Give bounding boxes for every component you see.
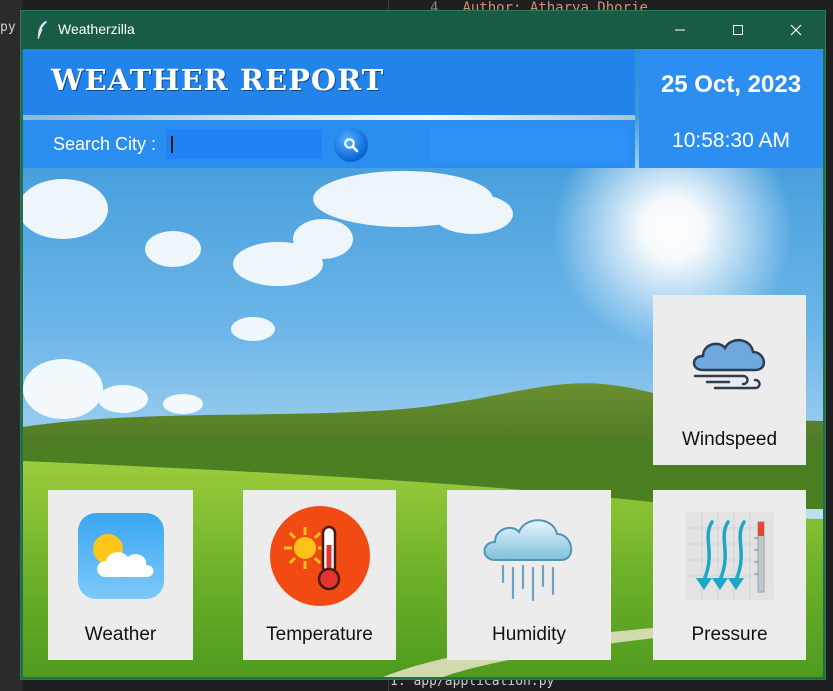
temperature-label: Temperature	[266, 624, 373, 645]
windspeed-card[interactable]: Windspeed	[653, 295, 806, 465]
window-title: Weatherzilla	[58, 21, 135, 37]
search-icon	[344, 138, 359, 153]
humidity-label: Humidity	[492, 624, 566, 645]
page-title: WEATHER REPORT	[51, 63, 385, 97]
header-banner: WEATHER REPORT	[23, 49, 635, 115]
title-bar[interactable]: Weatherzilla	[21, 11, 825, 49]
pressure-arrows-icon	[685, 512, 774, 600]
minimize-button[interactable]	[651, 11, 709, 49]
app-window: Weatherzilla WEATHER REPORT Search City …	[20, 10, 826, 680]
pressure-card[interactable]: Pressure	[653, 490, 806, 660]
sun-cloud-icon	[77, 513, 164, 599]
temperature-card[interactable]: Temperature	[243, 490, 396, 660]
current-date: 25 Oct, 2023	[660, 71, 802, 98]
text-cursor	[171, 136, 173, 153]
thermometer-sun-icon	[269, 506, 370, 606]
editor-left-panel: py	[0, 0, 22, 691]
rain-cloud-icon	[483, 519, 572, 602]
weather-card[interactable]: Weather	[48, 490, 193, 660]
app-client-area: WEATHER REPORT Search City : 25 Oct, 202…	[23, 49, 823, 677]
close-button[interactable]	[767, 11, 825, 49]
humidity-card[interactable]: Humidity	[447, 490, 611, 660]
weather-result-box	[430, 129, 628, 163]
weather-label: Weather	[84, 624, 157, 645]
search-city-label: Search City :	[53, 134, 157, 154]
search-city-input[interactable]	[166, 129, 322, 159]
maximize-button[interactable]	[709, 11, 767, 49]
search-bar: Search City :	[23, 120, 635, 168]
maximize-icon	[733, 25, 743, 35]
wind-cloud-icon	[692, 339, 765, 390]
pressure-label: Pressure	[691, 624, 768, 645]
search-button[interactable]	[334, 128, 368, 162]
windspeed-label: Windspeed	[681, 429, 778, 450]
minimize-icon	[675, 29, 685, 31]
close-icon	[790, 24, 802, 36]
editor-tab-fragment: py	[0, 20, 16, 35]
current-time: 10:58:30 AM	[672, 129, 790, 152]
date-time-panel: 25 Oct, 2023 10:58:30 AM	[639, 49, 823, 168]
feather-icon	[37, 20, 48, 40]
